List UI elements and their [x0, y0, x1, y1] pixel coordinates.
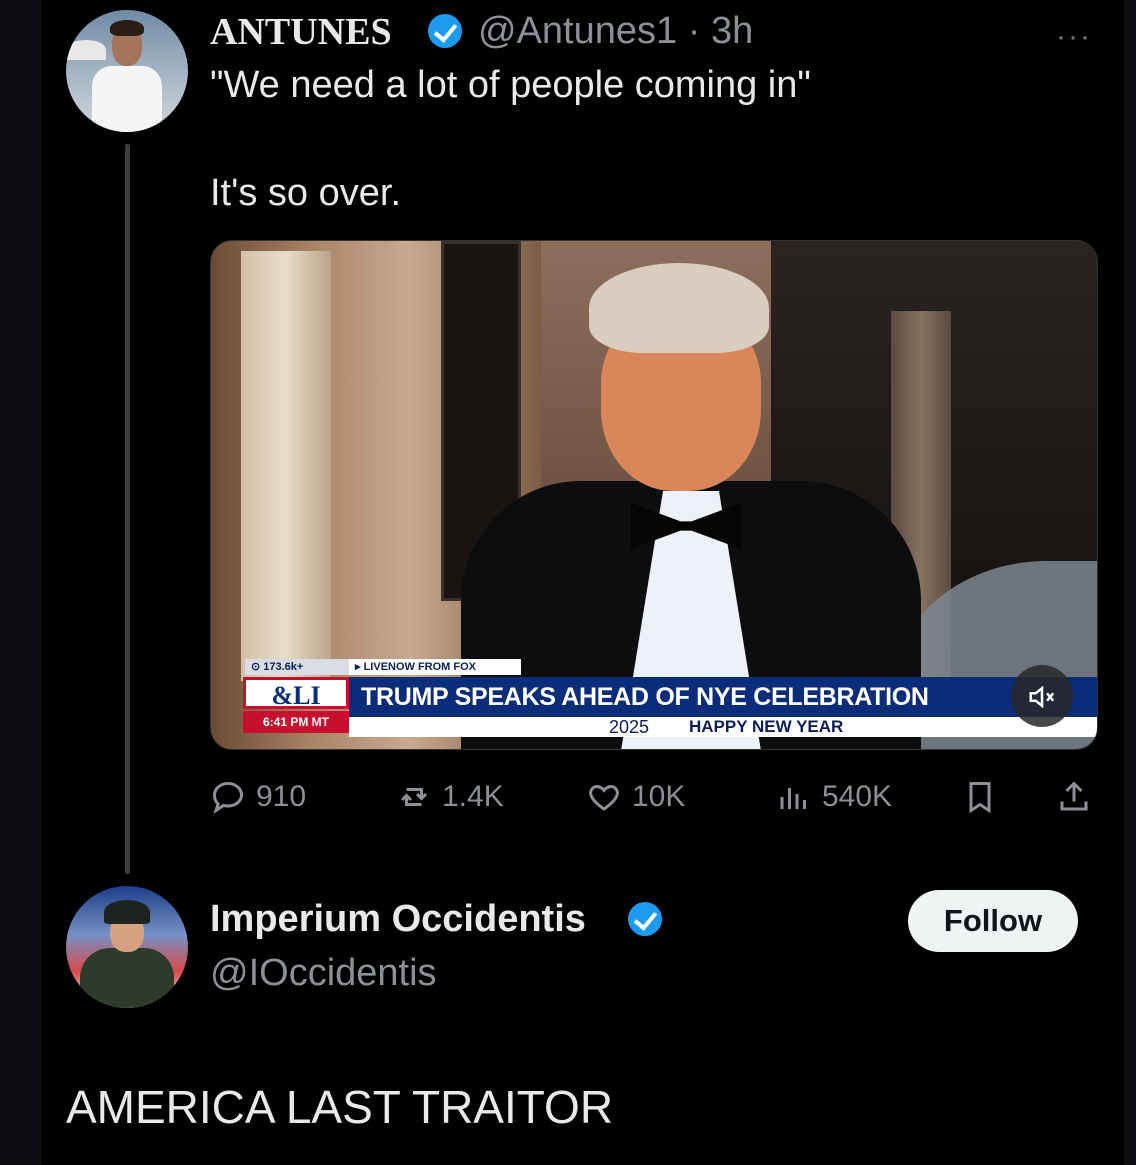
reply-button[interactable]: 910 [210, 772, 306, 822]
thread-connector-line [125, 144, 130, 874]
author-handle[interactable]: @Antunes1 [478, 10, 677, 52]
speaker-svg [1029, 685, 1055, 709]
screenshot-frame: ANTUNES @Antunes1 · 3h ··· "We need a lo… [0, 0, 1136, 1165]
verified-badge-icon [628, 902, 662, 936]
author-display-name[interactable]: ANTUNES [210, 10, 392, 54]
reply-icon [212, 781, 244, 815]
author-handle-time[interactable]: @Antunes1 · 3h [478, 10, 753, 53]
avatar-helmet [104, 900, 150, 924]
left-gutter [0, 0, 42, 1165]
follow-button[interactable]: Follow [908, 890, 1078, 952]
umbrella-shape [66, 40, 106, 60]
share-button[interactable] [1056, 772, 1092, 822]
bookmark-icon [969, 782, 991, 814]
share-icon [1060, 781, 1088, 811]
bar-chart-icon [780, 788, 806, 809]
reply-author-display-name[interactable]: Imperium Occidentis [210, 898, 586, 941]
channel-logo: &LI [243, 677, 349, 710]
door-shape [241, 251, 331, 681]
news-subbar: 2025 HAPPY NEW YEAR [349, 717, 1097, 737]
like-count: 10K [632, 780, 686, 813]
avatar-shirt [92, 66, 162, 132]
antunes-avatar[interactable] [66, 10, 188, 132]
broadcast-time: 6:41 PM MT [243, 711, 349, 733]
repost-icon [400, 788, 428, 806]
more-options-icon[interactable]: ··· [1056, 20, 1092, 54]
heart-icon [589, 784, 619, 811]
repost-button[interactable]: 1.4K [396, 772, 504, 822]
tweet-text-line1: "We need a lot of people coming in" [210, 64, 811, 106]
tweet-actions-bar: 910 1.4K 10K 540K [210, 772, 1100, 822]
verified-badge-icon [428, 14, 462, 48]
reply-tweet-text: AMERICA LAST TRAITOR [66, 1081, 614, 1133]
imperium-avatar[interactable] [66, 886, 188, 1008]
muted-speaker-icon[interactable] [1011, 665, 1073, 727]
repost-count: 1.4K [442, 780, 504, 813]
view-count: 540K [822, 780, 893, 813]
reply-count: 910 [256, 780, 307, 813]
right-gutter [1124, 0, 1136, 1165]
live-tag: ▸ LIVENOW FROM FOX [349, 659, 521, 675]
video-media[interactable]: ⊙ 173.6k+ ▸ LIVENOW FROM FOX &LI 6:41 PM… [210, 240, 1098, 750]
like-button[interactable]: 10K [586, 772, 685, 822]
separator: · [677, 10, 711, 52]
views-button[interactable]: 540K [776, 772, 892, 822]
person-hair [589, 263, 769, 353]
avatar-uniform [80, 948, 174, 1008]
news-subtext: HAPPY NEW YEAR [689, 717, 844, 736]
bookmark-button[interactable] [962, 772, 998, 822]
tweet-text-line2: It's so over. [210, 172, 402, 214]
avatar-hair [110, 20, 144, 36]
news-headline: TRUMP SPEAKS AHEAD OF NYE CELEBRATION [349, 677, 1097, 717]
news-year: 2025 [609, 717, 650, 737]
views-tag: ⊙ 173.6k+ [245, 659, 349, 675]
post-time[interactable]: 3h [711, 10, 753, 52]
reply-author-handle[interactable]: @IOccidentis [210, 952, 437, 995]
